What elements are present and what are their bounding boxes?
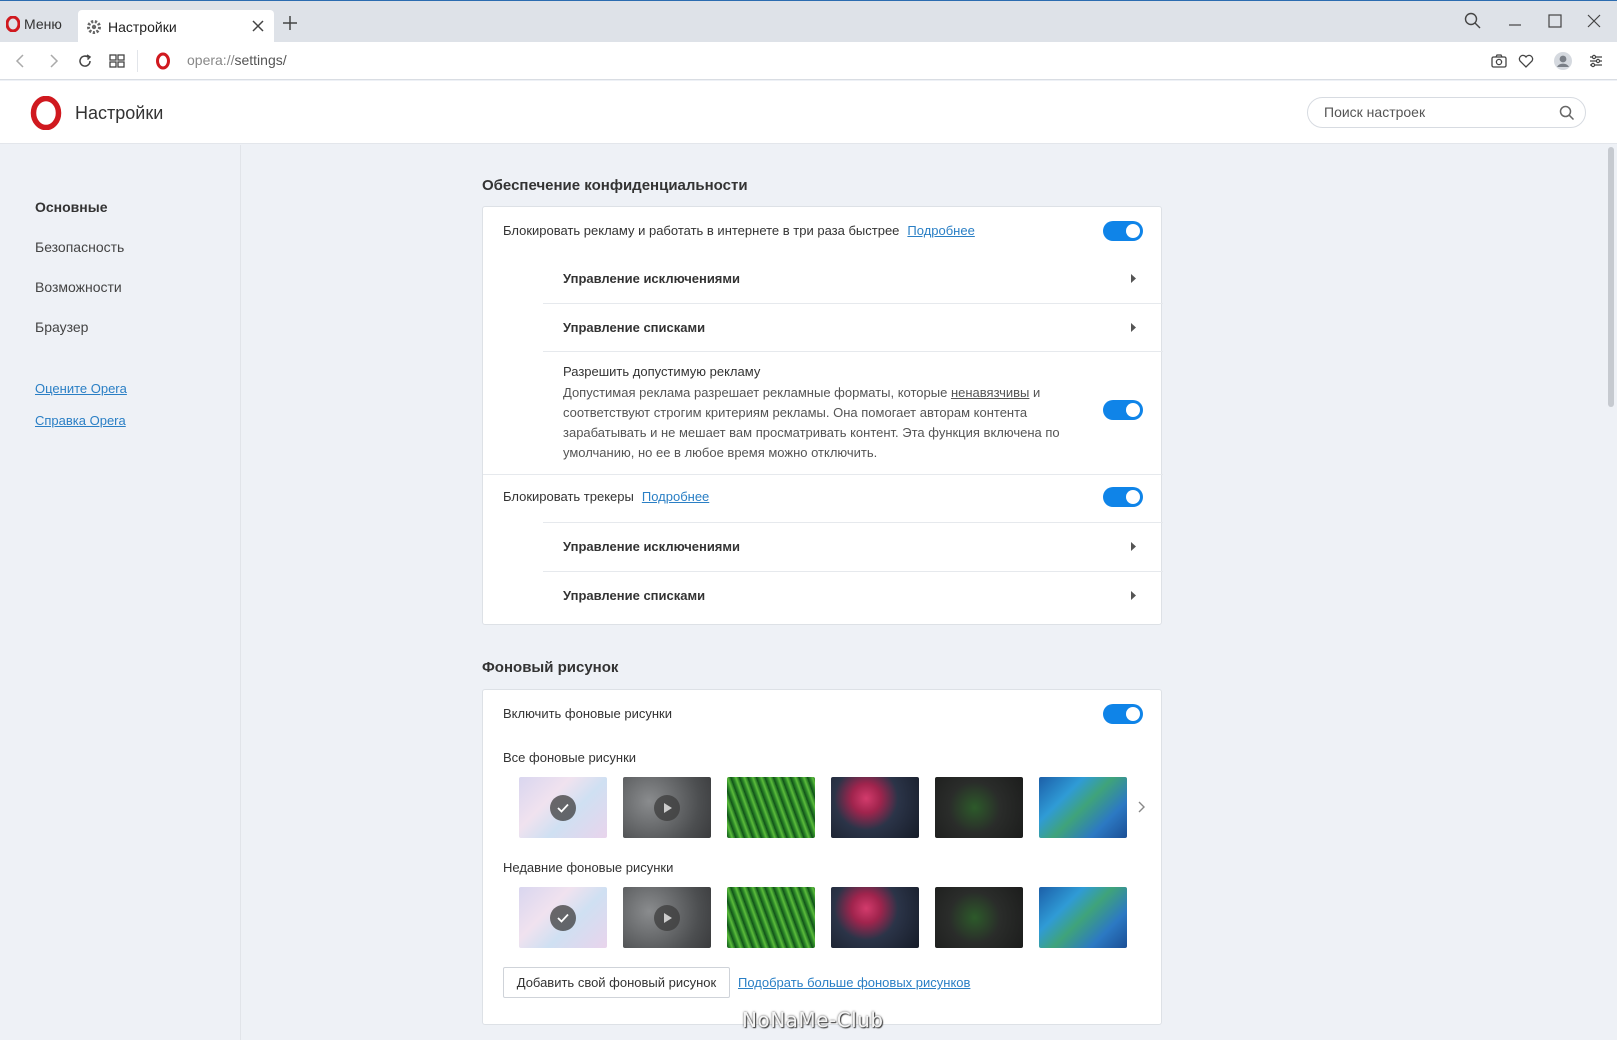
opera-logo-icon	[6, 16, 20, 32]
add-wallpaper-button[interactable]: Добавить свой фоновый рисунок	[503, 967, 730, 998]
close-tab-icon[interactable]	[250, 18, 266, 34]
scrollbar-thumb[interactable]	[1608, 147, 1614, 407]
opera-logo-icon	[156, 52, 170, 70]
wallpaper-thumb[interactable]	[1039, 887, 1127, 948]
chevron-right-icon	[1131, 591, 1136, 600]
ads-manage-lists-label: Управление списками	[563, 320, 706, 335]
page-title: Настройки	[75, 103, 164, 123]
acceptable-ads-toggle[interactable]	[1103, 400, 1143, 420]
forward-icon[interactable]	[44, 52, 62, 70]
heart-icon[interactable]	[1517, 52, 1535, 70]
address-bar: opera://settings/	[0, 42, 1617, 80]
close-window-icon[interactable]	[1584, 11, 1604, 31]
url-path: settings/	[234, 52, 287, 68]
tab-settings[interactable]: Настройки	[78, 10, 274, 43]
block-ads-label: Блокировать рекламу и работать в интерне…	[503, 223, 900, 238]
tabs-grid-icon[interactable]	[108, 52, 126, 70]
chevron-right-icon	[1131, 542, 1136, 551]
settings-header: Настройки	[0, 81, 1617, 144]
selected-check-icon	[550, 905, 576, 931]
scrollbar[interactable]	[1605, 145, 1617, 1040]
acceptable-ads-description: Допустимая реклама разрешает рекламные ф…	[563, 383, 1063, 463]
back-icon[interactable]	[12, 52, 30, 70]
rate-opera-link[interactable]: Оцените Opera	[35, 381, 127, 396]
trackers-manage-lists[interactable]: Управление списками	[543, 571, 1163, 619]
menu-label: Меню	[24, 16, 62, 32]
reload-icon[interactable]	[76, 52, 94, 70]
block-ads-toggle[interactable]	[1103, 221, 1143, 241]
tab-strip: Меню Настройки	[0, 0, 1617, 43]
wallpaper-thumb[interactable]	[519, 777, 607, 838]
play-icon	[654, 795, 680, 821]
settings-sidebar: Основные Безопасность Возможности Браузе…	[0, 145, 241, 1040]
chevron-right-icon[interactable]	[1138, 801, 1146, 813]
privacy-card: Блокировать рекламу и работать в интерне…	[482, 206, 1163, 625]
selected-check-icon	[550, 795, 576, 821]
tab-title: Настройки	[108, 18, 177, 35]
trackers-manage-exceptions-label: Управление исключениями	[563, 539, 741, 554]
search-icon[interactable]	[1559, 105, 1575, 121]
toolbar-separator	[137, 50, 138, 72]
settings-search	[1307, 97, 1586, 128]
url-field[interactable]: opera://settings/	[187, 52, 287, 68]
camera-icon[interactable]	[1490, 52, 1508, 70]
ads-manage-lists[interactable]: Управление списками	[543, 303, 1163, 351]
wallpaper-thumb[interactable]	[727, 777, 815, 838]
block-trackers-label: Блокировать трекеры	[503, 489, 634, 504]
sidebar-item-security[interactable]: Безопасность	[35, 239, 124, 255]
search-tabs-icon[interactable]	[1463, 11, 1483, 31]
opera-help-link[interactable]: Справка Opera	[35, 413, 126, 428]
wallpaper-thumb[interactable]	[831, 777, 919, 838]
trackers-manage-exceptions[interactable]: Управление исключениями	[543, 522, 1163, 570]
watermark: NoNaMe-Club	[742, 1008, 884, 1032]
block-ads-learn-more-link[interactable]: Подробнее	[907, 223, 974, 238]
get-more-wallpapers-link[interactable]: Подобрать больше фоновых рисунков	[738, 975, 970, 990]
recent-wallpapers-label: Недавние фоновые рисунки	[503, 860, 674, 875]
block-trackers-row: Блокировать трекеры Подробнее	[503, 489, 709, 504]
all-wallpapers-label: Все фоновые рисунки	[503, 750, 637, 765]
ads-manage-exceptions-label: Управление исключениями	[563, 271, 741, 286]
acceptable-ads-title: Разрешить допустимую рекламу	[563, 364, 761, 379]
block-ads-row: Блокировать рекламу и работать в интерне…	[503, 223, 975, 238]
play-icon	[654, 905, 680, 931]
sidebar-item-basic[interactable]: Основные	[35, 199, 108, 215]
chevron-right-icon	[1131, 323, 1136, 332]
maximize-icon[interactable]	[1545, 11, 1565, 31]
enable-wallpapers-toggle[interactable]	[1103, 704, 1143, 724]
acceptable-ads-desc-part1: Допустимая реклама разрешает рекламные ф…	[563, 385, 951, 400]
section-title-wallpaper: Фоновый рисунок	[482, 659, 619, 676]
block-trackers-learn-more-link[interactable]: Подробнее	[642, 489, 709, 504]
url-scheme: opera://	[187, 52, 235, 68]
chevron-right-icon	[1131, 274, 1136, 283]
wallpaper-thumb[interactable]	[935, 777, 1023, 838]
wallpaper-thumb[interactable]	[519, 887, 607, 948]
opera-logo-icon	[30, 96, 62, 130]
sidebar-item-browser[interactable]: Браузер	[35, 319, 88, 335]
block-trackers-toggle[interactable]	[1103, 487, 1143, 507]
minimize-icon[interactable]	[1505, 11, 1525, 31]
divider	[543, 351, 1163, 352]
wallpaper-thumb[interactable]	[935, 887, 1023, 948]
wallpaper-thumb[interactable]	[623, 887, 711, 948]
acceptable-ads-desc-link: ненавязчивы	[950, 385, 1030, 400]
wallpaper-thumb[interactable]	[831, 887, 919, 948]
sidebar-item-features[interactable]: Возможности	[35, 279, 122, 295]
wallpaper-card: Включить фоновые рисунки Все фоновые рис…	[482, 689, 1162, 1025]
wallpaper-thumb[interactable]	[727, 887, 815, 948]
gear-icon	[87, 19, 101, 34]
section-title-privacy: Обеспечение конфиденциальности	[482, 177, 748, 194]
search-input[interactable]	[1324, 104, 1544, 120]
divider	[483, 474, 1163, 475]
easy-setup-icon[interactable]	[1587, 52, 1605, 70]
profile-avatar-icon[interactable]	[1553, 51, 1573, 71]
trackers-manage-lists-label: Управление списками	[563, 588, 706, 603]
wallpaper-thumb[interactable]	[623, 777, 711, 838]
new-tab-icon[interactable]	[282, 15, 298, 31]
settings-content: Обеспечение конфиденциальности Блокирова…	[242, 145, 1602, 1040]
enable-wallpapers-label: Включить фоновые рисунки	[503, 706, 672, 721]
wallpaper-thumb[interactable]	[1039, 777, 1127, 838]
ads-manage-exceptions[interactable]: Управление исключениями	[543, 255, 1163, 303]
opera-menu-button[interactable]: Меню	[6, 13, 62, 35]
